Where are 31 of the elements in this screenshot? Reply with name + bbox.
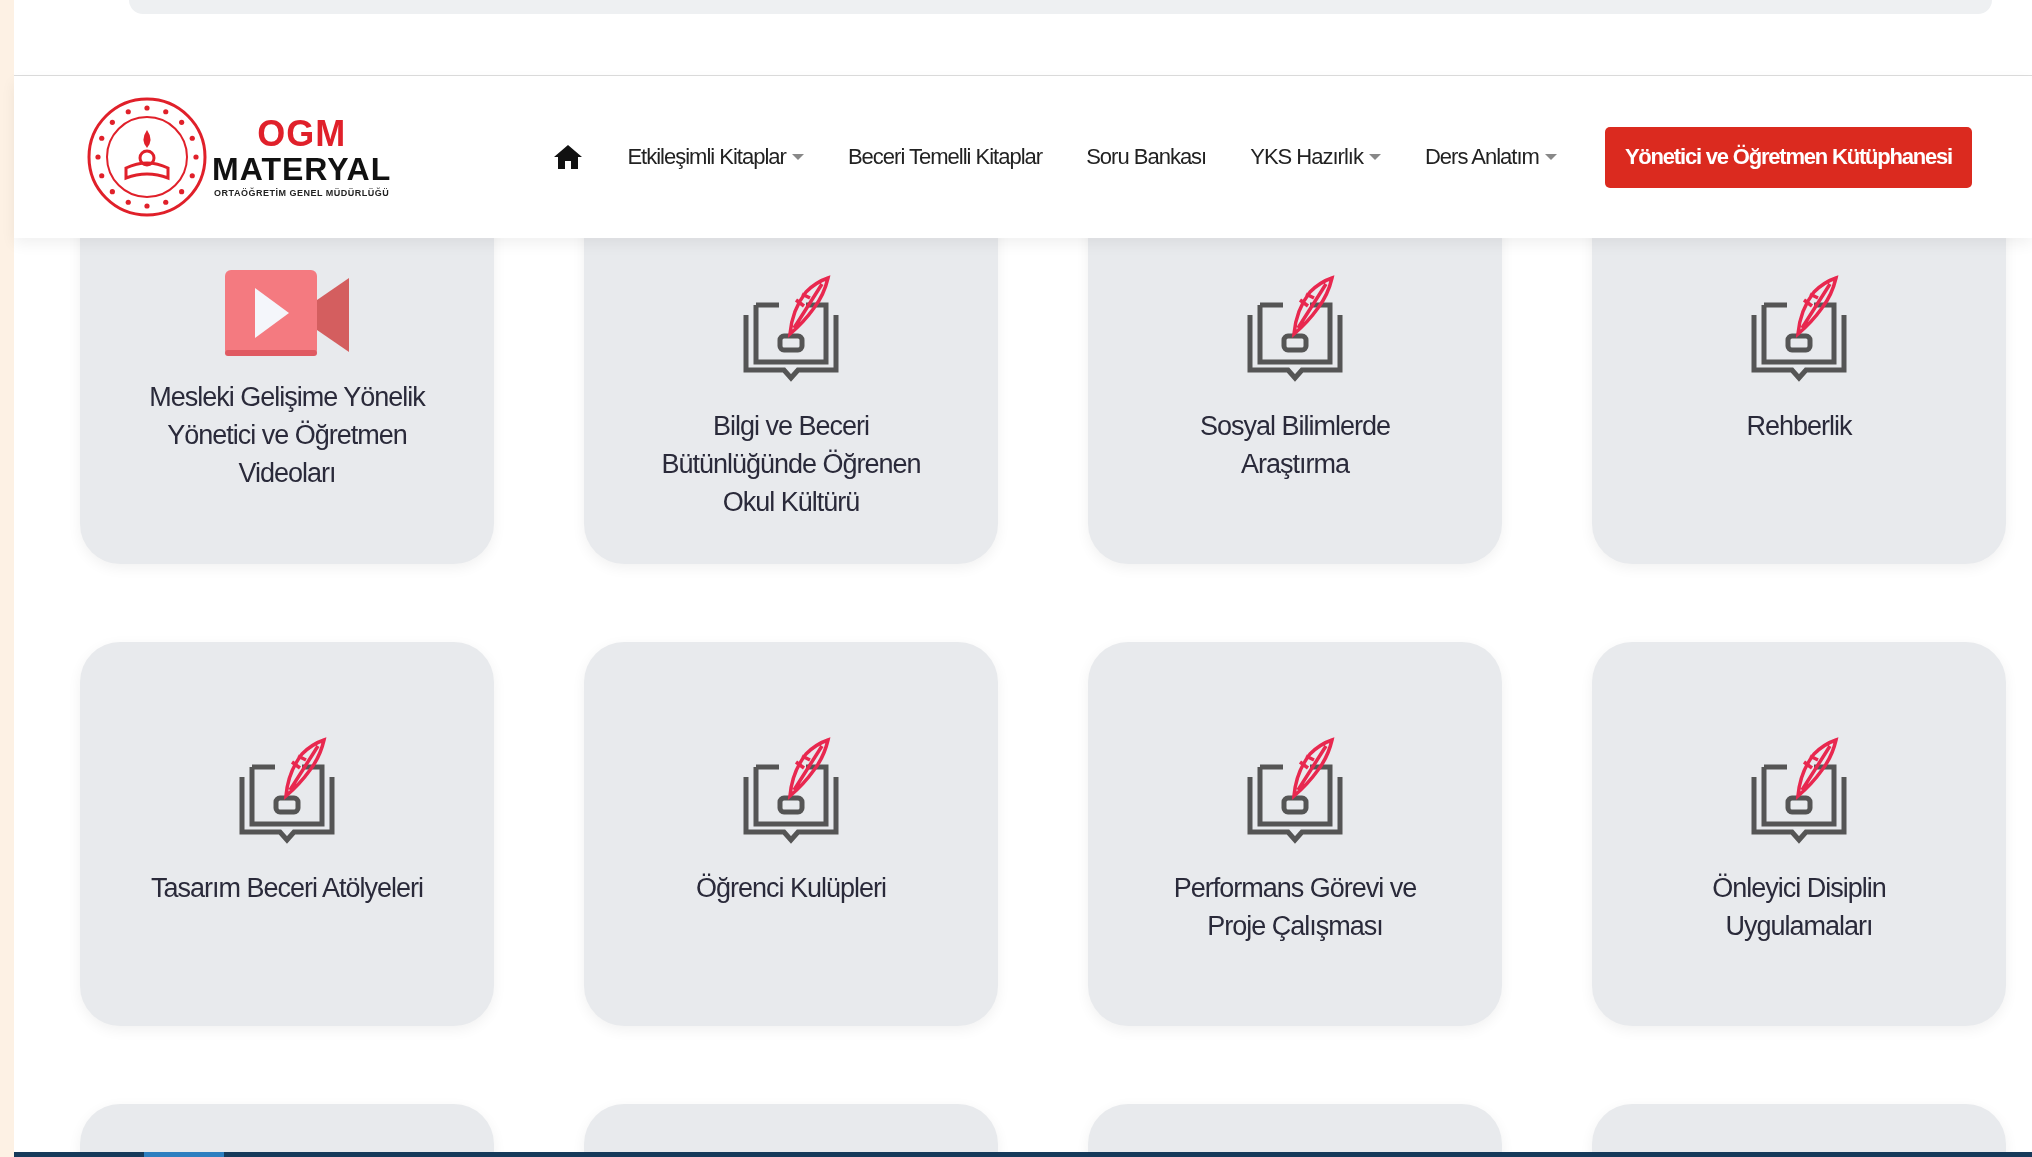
category-card[interactable]: Bilgi ve Beceri Bütünlüğünde Öğrenen Okul Kültürü	[584, 238, 998, 564]
home-icon[interactable]	[553, 144, 584, 170]
card-title: Tasarım Beceri Atölyeleri	[150, 872, 424, 905]
caret-icon	[791, 154, 804, 160]
card-title: Rehberlik	[1746, 410, 1852, 443]
nav-link[interactable]: Beceri Temelli Kitaplar	[847, 144, 1043, 170]
category-card[interactable]: Performans Görevi ve Proje Çalışması	[1088, 642, 1502, 1026]
card-title: Performans Görevi ve Proje Çalışması	[1172, 872, 1418, 943]
video-camera-icon	[225, 270, 349, 356]
nav-link[interactable]: Ders Anlatım	[1424, 144, 1557, 170]
library-button[interactable]: Yönetici ve Öğretmen Kütüphanesi	[1604, 126, 1972, 188]
card-title: Önleyici Disiplin Uygulamaları	[1711, 872, 1887, 943]
logo-subtitle: MATERYAL	[212, 152, 392, 186]
nav-link[interactable]: YKS Hazırlık	[1250, 144, 1381, 170]
caret-icon	[1544, 154, 1557, 160]
category-card[interactable]: Rehberlik	[1592, 238, 2006, 564]
category-card[interactable]: Mesleki Gelişime Yönelik Yönetici ve Öğretmen Videoları	[80, 238, 494, 564]
category-card[interactable]: Önleyici Disiplin Uygulamaları	[1592, 642, 2006, 1026]
emblem-icon	[86, 96, 208, 218]
nav-link[interactable]: Soru Bankası	[1086, 144, 1207, 170]
logo-title: OGM	[257, 116, 347, 152]
nav-link[interactable]: Etkileşimli Kitaplar	[627, 144, 804, 170]
card-title: Öğrenci Kulüpleri	[695, 872, 887, 905]
card-title: Bilgi ve Beceri Bütünlüğünde Öğrenen Okul Kültürü	[660, 410, 922, 519]
card-title: Mesleki Gelişime Yönelik Yönetici ve Öğretmen Videoları	[148, 381, 427, 490]
category-card[interactable]: Sosyal Bilimlerde Araştırma	[1088, 238, 1502, 564]
category-card[interactable]: Öğrenci Kulüpleri	[584, 642, 998, 1026]
card-title: Sosyal Bilimlerde Araştırma	[1198, 410, 1392, 481]
category-card[interactable]: Tasarım Beceri Atölyeleri	[80, 642, 494, 1026]
caret-icon	[1368, 154, 1381, 160]
logo-tagline: ORTAÖĞRETİM GENEL MÜDÜRLÜĞÜ	[214, 188, 390, 198]
